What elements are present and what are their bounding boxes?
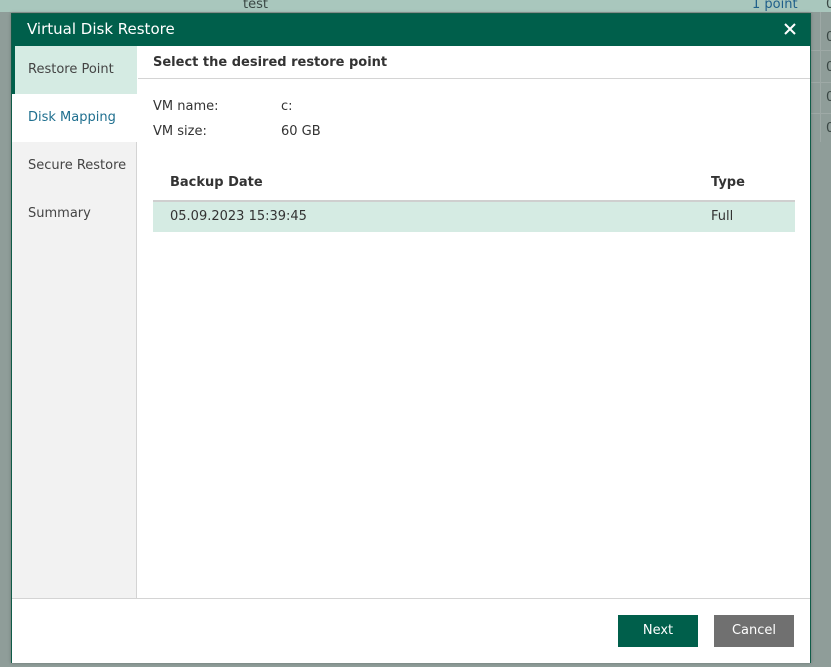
background-cell: 0 <box>826 0 831 12</box>
column-header-type[interactable]: Type <box>711 175 745 190</box>
background-cell: 0 <box>826 60 831 75</box>
dialog-title: Virtual Disk Restore <box>27 20 175 38</box>
next-button[interactable]: Next <box>618 615 698 647</box>
vm-name-label: VM name: <box>153 99 219 114</box>
background-row-name: test <box>243 0 268 12</box>
step-label: Summary <box>28 206 91 221</box>
background-cell: 0 <box>826 121 831 136</box>
background-cell: 0 <box>826 30 831 45</box>
backup-date-cell: 05.09.2023 15:39:45 <box>170 209 307 224</box>
step-label: Restore Point <box>28 62 114 77</box>
step-content: Select the desired restore point VM name… <box>138 46 810 598</box>
background-cell: 0 <box>826 90 831 105</box>
restore-points-table: Backup Date Type 05.09.2023 15:39:45 Ful… <box>153 158 795 232</box>
background-selected-row <box>0 0 831 12</box>
section-title: Select the desired restore point <box>138 46 810 79</box>
step-disk-mapping[interactable]: Disk Mapping <box>12 94 137 142</box>
background-column-divider <box>820 12 821 142</box>
virtual-disk-restore-dialog: Virtual Disk Restore Restore Point Disk … <box>11 13 811 663</box>
dialog-footer: Next Cancel <box>12 598 810 663</box>
table-header: Backup Date Type <box>153 158 795 202</box>
step-restore-point[interactable]: Restore Point <box>12 46 137 94</box>
step-label: Secure Restore <box>28 158 127 173</box>
step-label: Disk Mapping <box>28 110 116 125</box>
column-header-backup-date[interactable]: Backup Date <box>170 175 263 190</box>
wizard-steps-sidebar: Restore Point Disk Mapping Secure Restor… <box>12 46 137 598</box>
vm-size-value: 60 GB <box>281 124 321 139</box>
cancel-button[interactable]: Cancel <box>714 615 794 647</box>
close-icon[interactable] <box>780 19 800 39</box>
vm-name-value: c: <box>281 99 293 114</box>
step-summary: Summary <box>12 190 137 238</box>
step-secure-restore: Secure Restore <box>12 142 137 190</box>
background-row-link: 1 point <box>752 0 798 12</box>
vm-size-label: VM size: <box>153 124 207 139</box>
dialog-titlebar: Virtual Disk Restore <box>12 14 810 46</box>
backup-type-cell: Full <box>711 209 734 224</box>
table-row[interactable]: 05.09.2023 15:39:45 Full <box>153 202 795 232</box>
